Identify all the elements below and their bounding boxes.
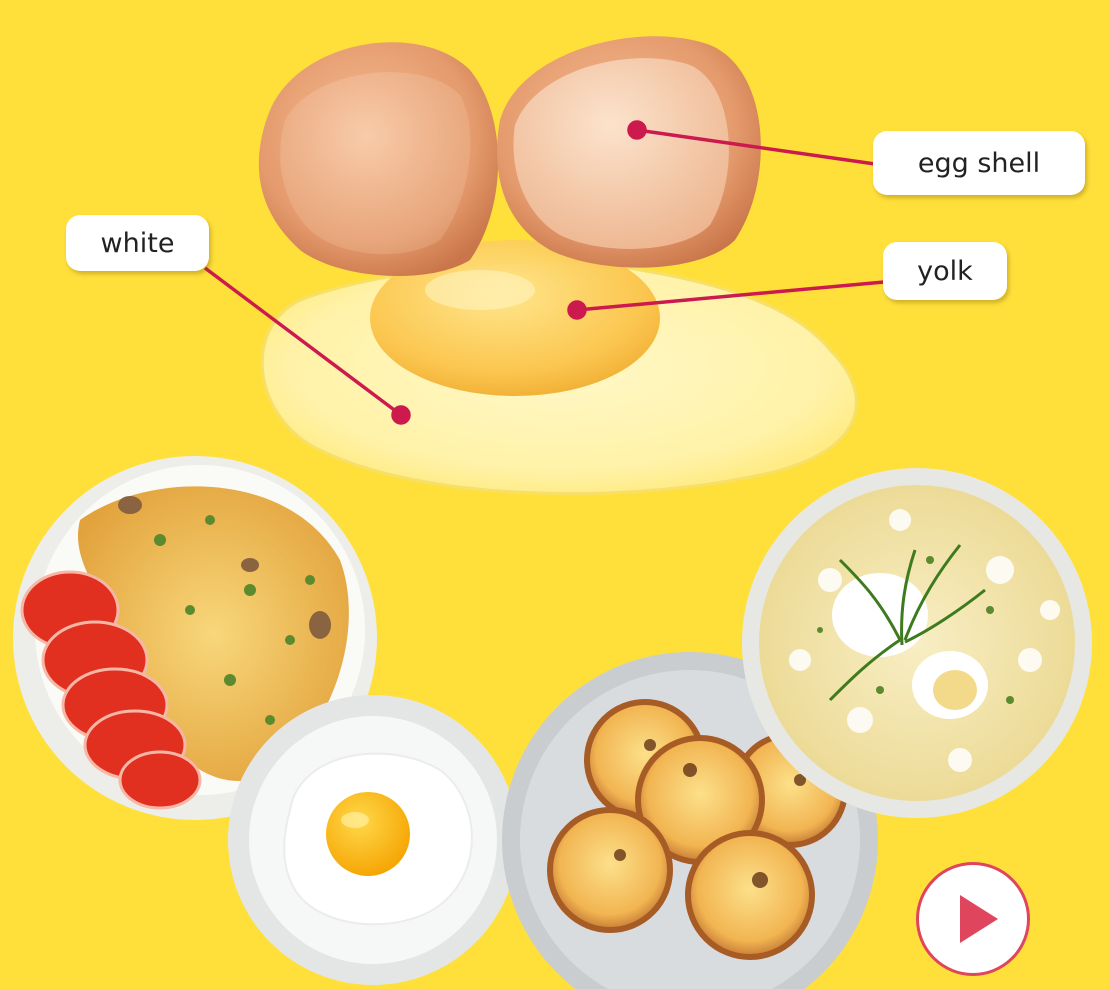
play-icon <box>960 895 998 943</box>
egg-parts-illustration: white yolk egg shell <box>0 0 1109 989</box>
yolk-label-text: yolk <box>917 255 973 287</box>
white-label-text: white <box>100 227 175 259</box>
raw-egg <box>260 240 858 496</box>
white-pointer-dot <box>391 405 411 425</box>
egg-shell-pointer-dot <box>627 120 647 140</box>
egg-salad-bowl <box>742 468 1092 818</box>
egg-shell-label: egg shell <box>873 131 1085 195</box>
fried-egg-plate <box>228 695 518 985</box>
yolk-label: yolk <box>883 242 1007 300</box>
play-button[interactable] <box>916 862 1030 976</box>
egg-shell-label-text: egg shell <box>917 147 1041 179</box>
white-label: white <box>66 215 209 271</box>
yolk-pointer-dot <box>567 300 587 320</box>
